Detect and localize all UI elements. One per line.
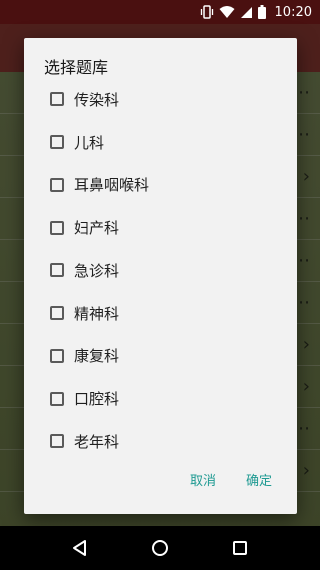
option-item[interactable]: 精神科 <box>24 292 297 335</box>
checkbox[interactable] <box>50 135 64 150</box>
option-label: 耳鼻咽喉科 <box>74 176 150 195</box>
option-item[interactable]: 口腔科 <box>24 377 297 420</box>
checkbox[interactable] <box>50 348 64 363</box>
wifi-icon <box>219 5 235 19</box>
option-item[interactable]: 耳鼻咽喉科 <box>24 164 297 207</box>
option-item[interactable]: 急诊科 <box>24 249 297 292</box>
dialog-title: 选择题库 <box>44 58 109 77</box>
checkbox[interactable] <box>50 92 64 107</box>
home-icon[interactable] <box>138 526 182 570</box>
option-item[interactable]: 妇产科 <box>24 206 297 249</box>
select-question-bank-dialog: 选择题库 传染科 儿科 耳鼻咽喉科 妇产科 急诊科 精神科 康复科 口腔科 老年… <box>24 38 297 514</box>
confirm-button[interactable]: 确定 <box>237 464 281 500</box>
cellular-icon <box>240 6 253 19</box>
dialog-actions: 取消 确定 <box>24 464 297 500</box>
checkbox[interactable] <box>50 177 64 192</box>
option-list: 传染科 儿科 耳鼻咽喉科 妇产科 急诊科 精神科 康复科 口腔科 老年科 <box>24 78 297 463</box>
option-label: 急诊科 <box>74 261 120 280</box>
vibrate-icon <box>200 5 214 19</box>
option-item[interactable]: 传染科 <box>24 78 297 121</box>
option-label: 精神科 <box>74 304 120 323</box>
option-label: 传染科 <box>74 90 120 109</box>
checkbox[interactable] <box>50 391 64 406</box>
back-icon[interactable] <box>58 526 102 570</box>
navigation-bar <box>0 526 320 570</box>
option-label: 口腔科 <box>74 390 120 409</box>
option-item[interactable]: 儿科 <box>24 121 297 164</box>
option-item[interactable]: 康复科 <box>24 335 297 378</box>
cancel-button[interactable]: 取消 <box>181 464 225 500</box>
status-time: 10:20 <box>274 4 312 20</box>
checkbox[interactable] <box>50 434 64 449</box>
checkbox[interactable] <box>50 263 64 278</box>
checkbox[interactable] <box>50 220 64 235</box>
option-label: 儿科 <box>74 133 105 152</box>
checkbox[interactable] <box>50 306 64 321</box>
status-bar: 10:20 <box>0 0 320 24</box>
recents-icon[interactable] <box>218 526 262 570</box>
option-label: 妇产科 <box>74 219 120 238</box>
option-item[interactable]: 老年科 <box>24 420 297 463</box>
option-label: 老年科 <box>74 432 120 451</box>
battery-icon <box>257 5 266 19</box>
option-label: 康复科 <box>74 347 120 366</box>
